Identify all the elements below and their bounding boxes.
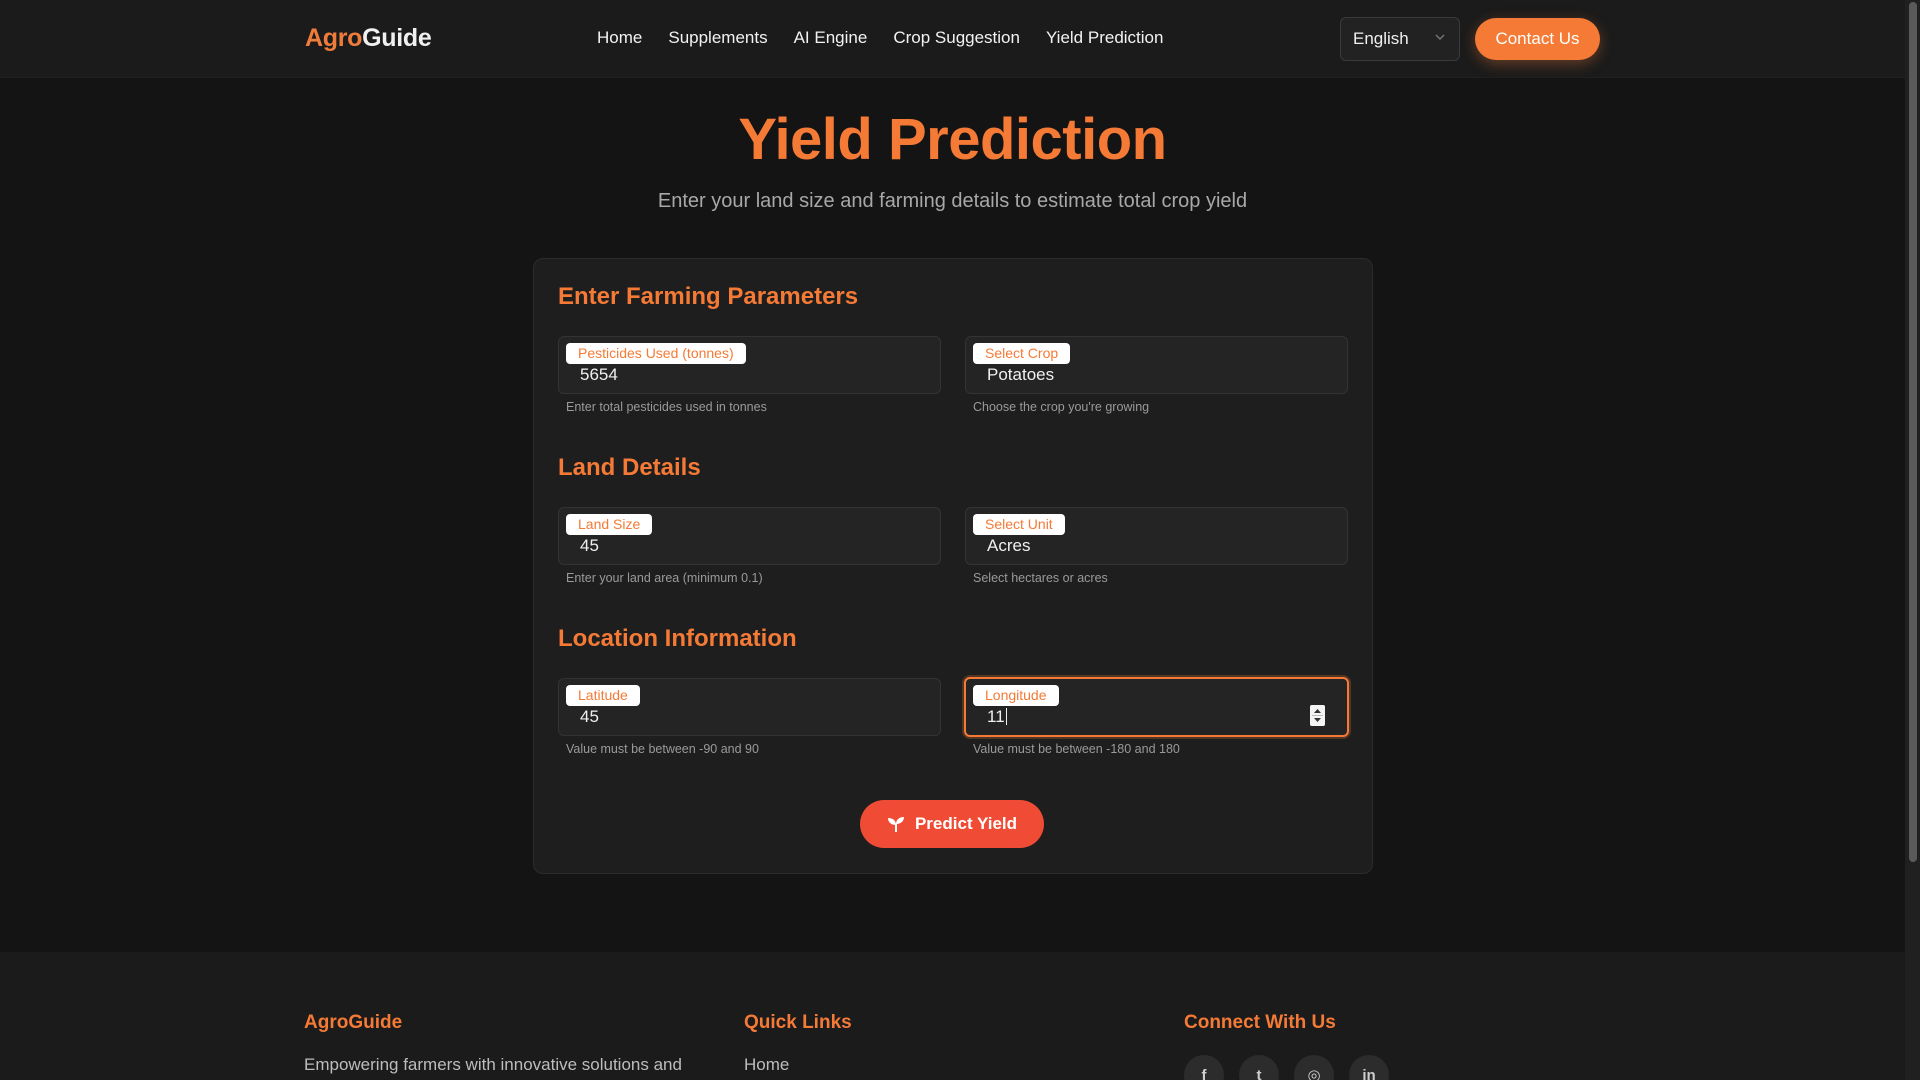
land-size-field[interactable]: Land Size 45 [558, 507, 941, 565]
longitude-hint: Value must be between -180 and 180 [973, 742, 1180, 756]
page-title: Yield Prediction [738, 107, 1167, 172]
footer: AgroGuide Empowering farmers with innova… [0, 952, 1905, 1080]
footer-brand-text: Empowering farmers with innovative solut… [304, 1055, 682, 1074]
number-stepper-icon[interactable] [1310, 705, 1325, 726]
pesticides-field[interactable]: Pesticides Used (tonnes) 5654 [558, 336, 941, 394]
section-title-location: Location Information [558, 625, 797, 652]
unit-select[interactable]: Select Unit Acres [965, 507, 1348, 565]
latitude-value: 45 [580, 707, 599, 726]
yield-form-card: Enter Farming Parameters Pesticides Used… [533, 258, 1373, 874]
text-caret [1005, 708, 1007, 725]
facebook-glyph: f [1201, 1066, 1207, 1080]
land-size-hint: Enter your land area (minimum 0.1) [566, 571, 763, 585]
contact-us-button[interactable]: Contact Us [1475, 18, 1600, 60]
nav-ai-engine[interactable]: AI Engine [794, 28, 868, 48]
longitude-label: Longitude [973, 685, 1059, 706]
top-navbar: AgroGuide Home Supplements AI Engine Cro… [0, 0, 1905, 78]
nav-supplements[interactable]: Supplements [668, 28, 767, 48]
crop-hint: Choose the crop you're growing [973, 400, 1150, 414]
instagram-glyph: ◎ [1307, 1067, 1321, 1080]
page: AgroGuide Home Supplements AI Engine Cro… [0, 0, 1920, 1080]
brand-logo[interactable]: AgroGuide [305, 24, 432, 53]
language-select[interactable]: English [1340, 17, 1460, 61]
land-size-value: 45 [580, 536, 599, 555]
twitter-glyph: t [1256, 1066, 1262, 1080]
latitude-field[interactable]: Latitude 45 [558, 678, 941, 736]
scrollbar-thumb[interactable] [1909, 2, 1917, 862]
footer-connect-title: Connect With Us [1184, 1012, 1336, 1033]
longitude-field[interactable]: Longitude 11 [964, 677, 1349, 737]
pesticides-label: Pesticides Used (tonnes) [566, 343, 746, 364]
footer-links-title: Quick Links [744, 1012, 852, 1033]
longitude-value: 11 [987, 707, 1005, 726]
main-nav: Home Supplements AI Engine Crop Suggesti… [597, 28, 1163, 48]
chevron-down-icon [1435, 34, 1445, 40]
crop-select[interactable]: Select Crop Potatoes [965, 336, 1348, 394]
nav-yield-prediction[interactable]: Yield Prediction [1046, 28, 1164, 48]
language-select-value: English [1353, 29, 1409, 48]
crop-value: Potatoes [987, 365, 1055, 384]
pesticides-hint: Enter total pesticides used in tonnes [566, 400, 767, 414]
nav-crop-suggestion[interactable]: Crop Suggestion [893, 28, 1020, 48]
unit-value: Acres [987, 536, 1031, 555]
sprout-icon [887, 817, 904, 832]
pesticides-value: 5654 [580, 365, 618, 384]
page-scrollbar[interactable] [1905, 0, 1920, 1080]
nav-home[interactable]: Home [597, 28, 642, 48]
section-title-farming: Enter Farming Parameters [558, 283, 859, 310]
section-title-land: Land Details [558, 454, 701, 481]
unit-label: Select Unit [973, 514, 1065, 535]
footer-link-home[interactable]: Home [744, 1055, 789, 1075]
predict-yield-button[interactable]: Predict Yield [860, 800, 1044, 848]
footer-brand-title: AgroGuide [304, 1012, 403, 1033]
crop-label: Select Crop [973, 343, 1071, 364]
land-size-label: Land Size [566, 514, 653, 535]
longitude-value-wrap: 11 [987, 707, 1007, 727]
unit-hint: Select hectares or acres [973, 571, 1108, 585]
latitude-label: Latitude [566, 685, 640, 706]
brand-logo-part2: Guide [362, 24, 432, 52]
latitude-hint: Value must be between -90 and 90 [566, 742, 759, 756]
linkedin-glyph: in [1362, 1066, 1376, 1080]
predict-yield-label: Predict Yield [914, 814, 1018, 833]
brand-logo-part1: Agro [305, 24, 363, 52]
page-subtitle: Enter your land size and farming details… [657, 190, 1248, 212]
